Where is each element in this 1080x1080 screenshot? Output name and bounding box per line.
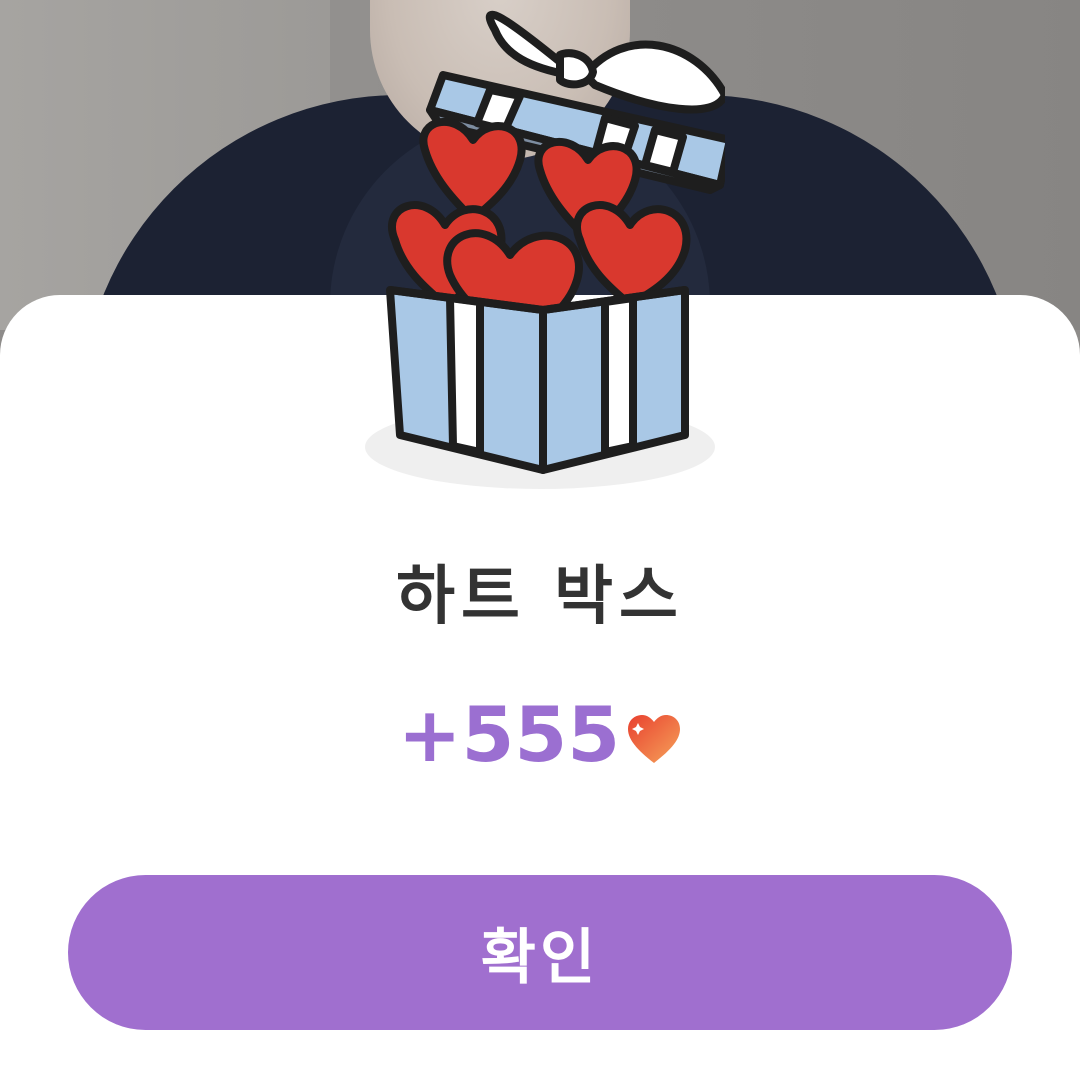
heart-icon xyxy=(628,714,681,763)
reward-amount: +555 xyxy=(397,690,621,779)
confirm-button-label: 확인 xyxy=(480,923,600,993)
dialog-title: 하트 박스 xyxy=(396,560,684,634)
confirm-button[interactable]: 확인 xyxy=(68,875,1012,1030)
heart-gift-box-icon xyxy=(365,10,725,489)
reward-row: +555 xyxy=(0,690,1080,779)
